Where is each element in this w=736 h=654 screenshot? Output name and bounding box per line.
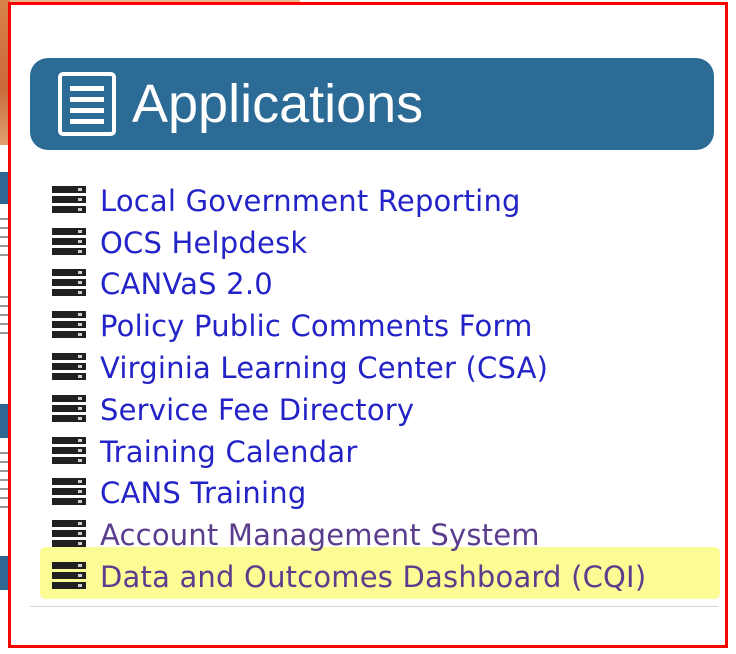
server-icon (52, 353, 86, 383)
list-item: Service Fee Directory (52, 389, 732, 431)
server-icon (52, 311, 86, 341)
app-link-local-government-reporting[interactable]: Local Government Reporting (100, 184, 521, 218)
list-item: Training Calendar (52, 431, 732, 473)
list-item: OCS Helpdesk (52, 222, 732, 264)
server-icon (52, 185, 86, 216)
list-item: Data and Outcomes Dashboard (CQI) (52, 556, 732, 598)
app-link-virginia-learning-center[interactable]: Virginia Learning Center (CSA) (100, 351, 548, 385)
app-link-service-fee-directory[interactable]: Service Fee Directory (100, 393, 414, 427)
app-link-data-and-outcomes-dashboard[interactable]: Data and Outcomes Dashboard (CQI) (100, 560, 646, 594)
list-item: Account Management System (52, 514, 732, 556)
list-item: CANS Training (52, 473, 732, 515)
app-link-canvas[interactable]: CANVaS 2.0 (100, 267, 273, 301)
app-link-ocs-helpdesk[interactable]: OCS Helpdesk (100, 226, 307, 260)
app-link-policy-public-comments-form[interactable]: Policy Public Comments Form (100, 309, 533, 343)
server-icon (52, 394, 86, 425)
server-icon (52, 227, 86, 258)
app-link-account-management-system[interactable]: Account Management System (100, 518, 540, 552)
list-item: Policy Public Comments Form (52, 305, 732, 347)
server-icon (52, 520, 86, 550)
app-link-training-calendar[interactable]: Training Calendar (100, 435, 357, 469)
app-link-cans-training[interactable]: CANS Training (100, 476, 306, 510)
server-icon (52, 478, 86, 508)
server-icon (52, 562, 86, 592)
applications-panel-header: Applications (30, 58, 714, 150)
list-item: CANVaS 2.0 (52, 264, 732, 306)
list-item: Local Government Reporting (52, 180, 732, 222)
divider (30, 606, 718, 607)
server-icon (52, 269, 86, 299)
panel-title: Applications (132, 74, 424, 134)
list-document-icon (58, 72, 116, 136)
list-item: Virginia Learning Center (CSA) (52, 347, 732, 389)
applications-list: Local Government Reporting OCS Helpdesk … (52, 180, 732, 598)
server-icon (52, 436, 86, 467)
